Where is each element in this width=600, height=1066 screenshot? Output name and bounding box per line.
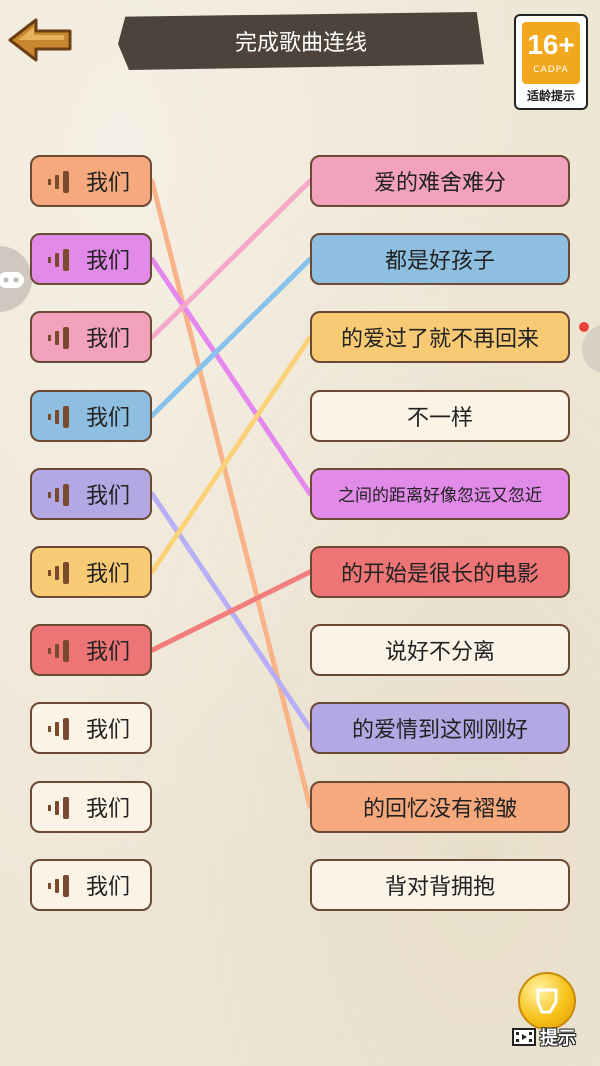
left-lyric-label: 我们 bbox=[86, 483, 131, 509]
right-lyric-item[interactable]: 的爱情到这刚刚好 bbox=[310, 702, 570, 755]
sound-wave-icon bbox=[48, 796, 69, 819]
left-lyric-label: 我们 bbox=[86, 874, 131, 900]
sound-wave-icon bbox=[48, 327, 69, 350]
right-lyric-item[interactable]: 背对背拥抱 bbox=[310, 858, 570, 911]
left-lyric-item[interactable]: 我们 bbox=[30, 233, 152, 286]
sound-wave-icon bbox=[48, 249, 69, 272]
sound-wave-icon bbox=[48, 405, 69, 428]
left-lyric-item[interactable]: 我们 bbox=[30, 467, 152, 520]
left-lyric-item[interactable]: 我们 bbox=[30, 858, 152, 911]
right-lyric-label: 的爱过了就不再回来 bbox=[340, 327, 539, 353]
left-lyric-label: 我们 bbox=[86, 171, 131, 196]
connection-line bbox=[149, 178, 313, 810]
right-lyric-label: 爱的难舍难分 bbox=[373, 171, 506, 196]
sound-wave-icon bbox=[48, 640, 69, 663]
left-lyric-item[interactable]: 我们 bbox=[30, 546, 152, 598]
right-lyric-label: 的爱情到这刚刚好 bbox=[351, 718, 528, 744]
right-lyric-label: 之间的距离好像忽远又忽近 bbox=[338, 486, 542, 507]
left-lyric-label: 我们 bbox=[86, 796, 131, 822]
right-lyric-label: 的回忆没有褶皱 bbox=[362, 796, 517, 822]
left-lyric-label: 我们 bbox=[86, 562, 131, 587]
right-lyric-item[interactable]: 的回忆没有褶皱 bbox=[310, 780, 570, 833]
right-lyric-label: 的开始是很长的电影 bbox=[340, 562, 539, 587]
connection-line bbox=[149, 569, 313, 653]
left-lyric-item[interactable]: 我们 bbox=[30, 155, 152, 207]
right-lyric-label: 都是好孩子 bbox=[384, 249, 495, 275]
left-lyric-label: 我们 bbox=[86, 327, 131, 353]
right-lyric-item[interactable]: 的爱过了就不再回来 bbox=[310, 311, 570, 364]
right-lyric-label: 背对背拥抱 bbox=[384, 874, 495, 900]
right-lyric-item[interactable]: 不一样 bbox=[310, 389, 570, 442]
right-lyric-item[interactable]: 的开始是很长的电影 bbox=[310, 546, 570, 598]
right-lyric-item[interactable]: 都是好孩子 bbox=[310, 233, 570, 286]
video-film-icon bbox=[512, 1028, 536, 1046]
left-lyric-label: 我们 bbox=[86, 640, 131, 666]
left-lyric-item[interactable]: 我们 bbox=[30, 389, 152, 442]
left-lyric-label: 我们 bbox=[86, 249, 131, 275]
connection-line bbox=[149, 178, 313, 340]
right-lyric-item[interactable]: 说好不分离 bbox=[310, 624, 570, 677]
left-lyric-item[interactable]: 我们 bbox=[30, 702, 152, 755]
sound-wave-icon bbox=[48, 483, 69, 506]
left-lyric-item[interactable]: 我们 bbox=[30, 311, 152, 364]
right-lyric-label: 不一样 bbox=[406, 405, 473, 431]
sound-wave-icon bbox=[48, 874, 69, 897]
right-lyric-item[interactable]: 之间的距离好像忽远又忽近 bbox=[310, 467, 570, 520]
lightbulb-coin-icon bbox=[518, 972, 576, 1030]
left-lyric-label: 我们 bbox=[86, 405, 131, 431]
sound-wave-icon bbox=[48, 562, 69, 584]
hint-label: 提示 bbox=[540, 1028, 576, 1049]
hint-button[interactable]: 提示 bbox=[510, 972, 590, 1054]
left-lyric-label: 我们 bbox=[86, 718, 131, 744]
right-lyric-item[interactable]: 爱的难舍难分 bbox=[310, 155, 570, 207]
right-lyric-label: 说好不分离 bbox=[384, 640, 495, 666]
left-lyric-item[interactable]: 我们 bbox=[30, 624, 152, 677]
hint-label-row: 提示 bbox=[512, 1024, 588, 1050]
sound-wave-icon bbox=[48, 171, 69, 193]
left-lyric-item[interactable]: 我们 bbox=[30, 780, 152, 833]
sound-wave-icon bbox=[48, 718, 69, 741]
